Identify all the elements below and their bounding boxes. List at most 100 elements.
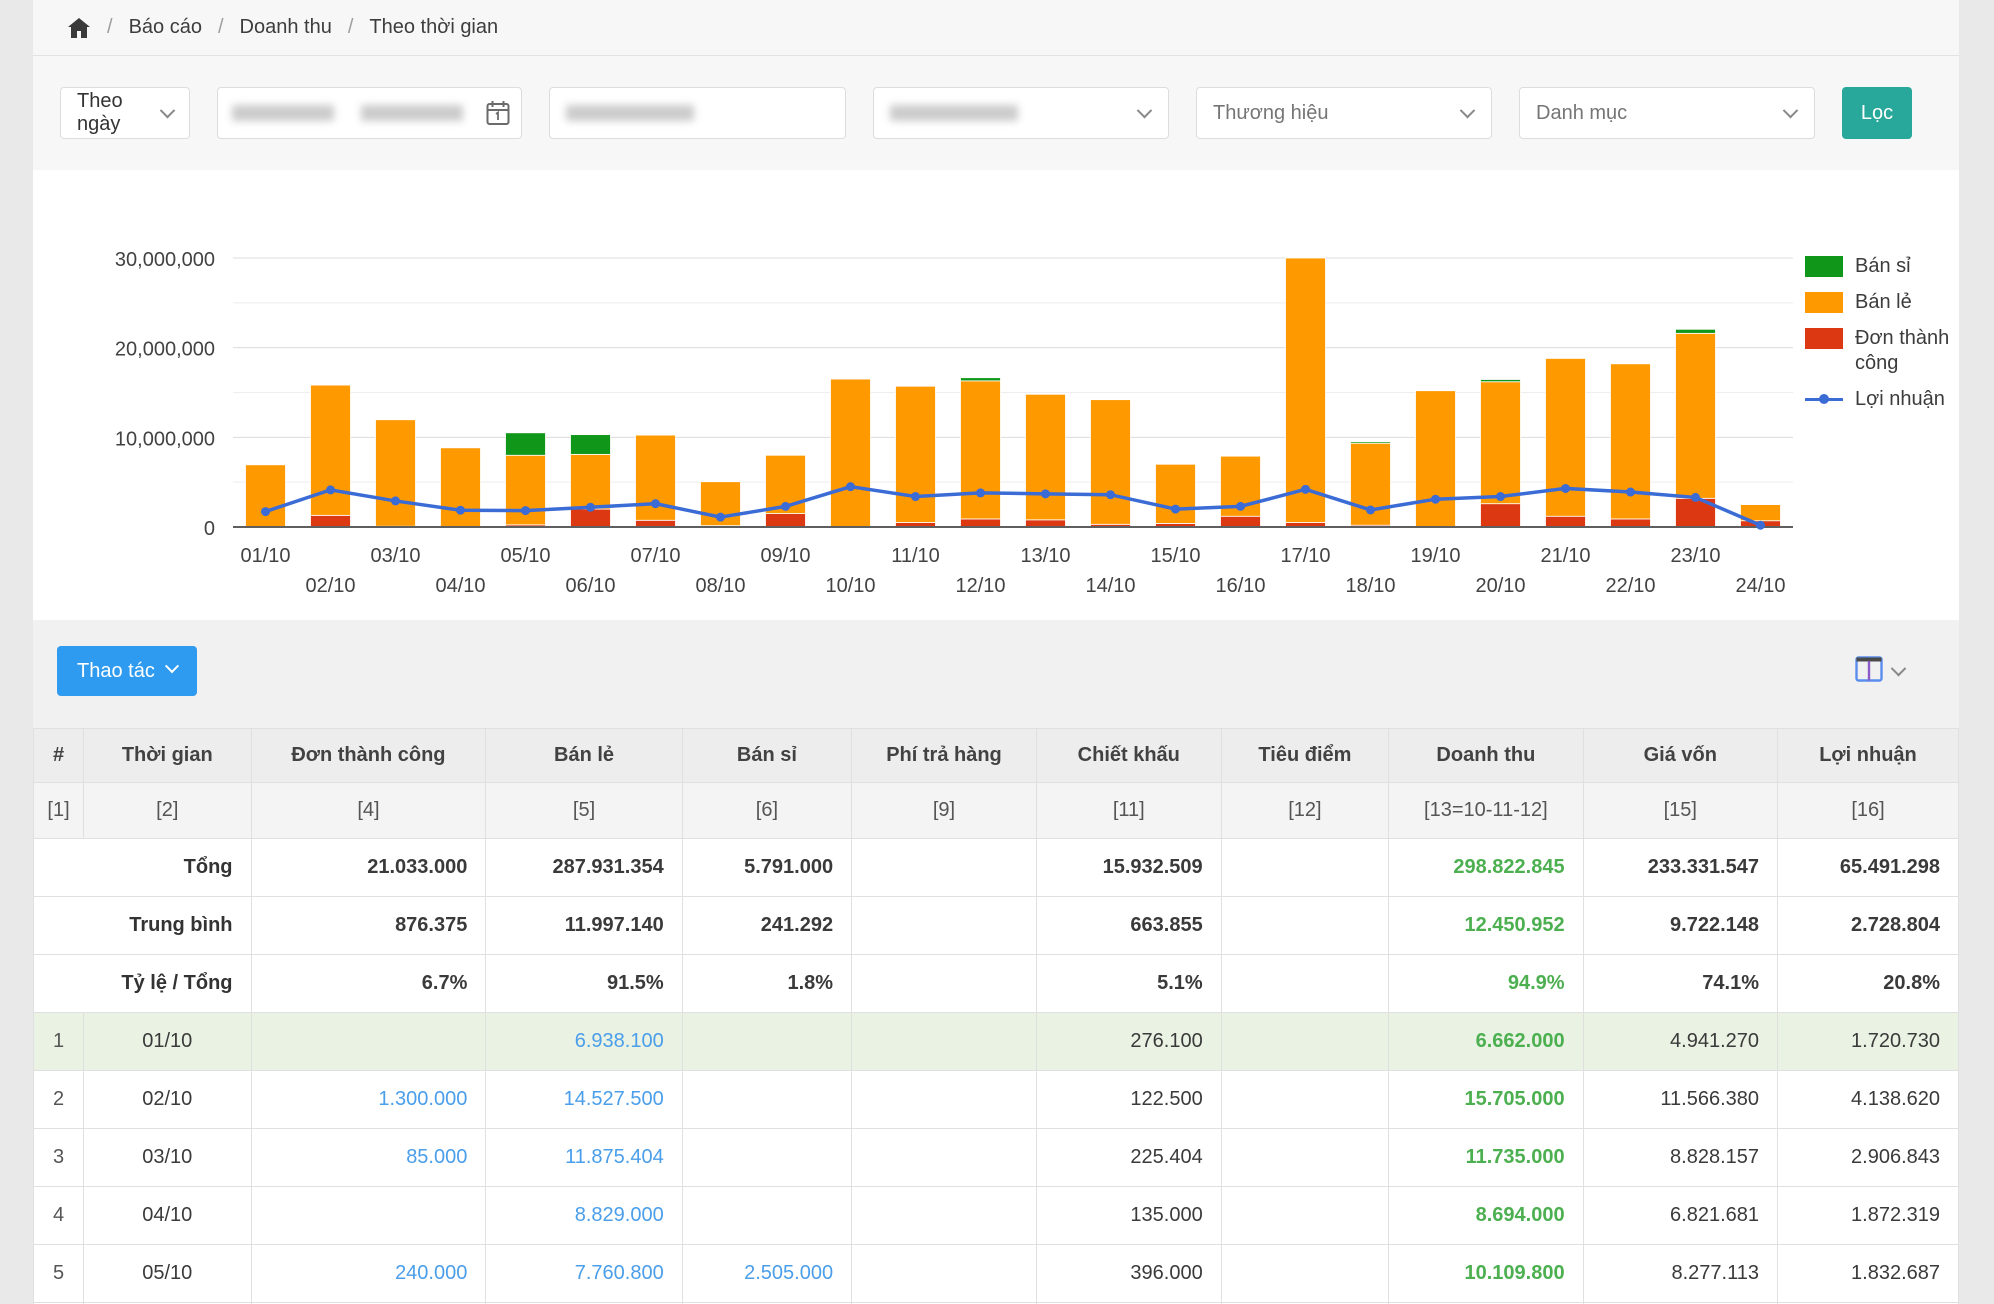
profit-point[interactable] — [846, 482, 855, 491]
table-cell[interactable]: 7.760.800 — [486, 1245, 682, 1303]
product-search-input[interactable] — [549, 87, 846, 139]
date-to-field[interactable] — [347, 105, 476, 121]
bar-segment[interactable] — [1676, 333, 1716, 498]
profit-point[interactable] — [1691, 493, 1700, 502]
calendar-icon[interactable] — [475, 88, 521, 138]
profit-point[interactable] — [1041, 489, 1050, 498]
profit-point[interactable] — [781, 502, 790, 511]
bar-segment[interactable] — [1026, 394, 1066, 520]
summary-row: Trung bình876.37511.997.140241.292663.85… — [34, 897, 1959, 955]
table-cell — [852, 1071, 1037, 1129]
profit-point[interactable] — [326, 485, 335, 494]
breadcrumb-item-reports[interactable]: Báo cáo — [129, 16, 202, 39]
profit-point[interactable] — [716, 513, 725, 522]
bar-segment[interactable] — [311, 515, 351, 527]
profit-point[interactable] — [1626, 488, 1635, 497]
legend-item[interactable]: Đơn thành công — [1805, 326, 1957, 376]
bulk-actions-label: Thao tác — [77, 660, 155, 683]
group-by-select[interactable]: Theo ngày — [60, 87, 190, 139]
bar-segment[interactable] — [896, 386, 936, 522]
category-select[interactable]: Danh mục — [1519, 87, 1815, 139]
bar-segment[interactable] — [1481, 379, 1521, 381]
profit-point[interactable] — [1106, 490, 1115, 499]
profit-point[interactable] — [1756, 521, 1765, 530]
table-cell[interactable]: 11.875.404 — [486, 1129, 682, 1187]
bar-segment[interactable] — [571, 435, 611, 455]
profit-point[interactable] — [1171, 505, 1180, 514]
category-select-label: Danh mục — [1536, 102, 1627, 125]
x-axis-tick: 06/10 — [565, 575, 615, 597]
bar-segment[interactable] — [1091, 400, 1131, 525]
profit-point[interactable] — [456, 506, 465, 515]
bar-segment[interactable] — [376, 420, 416, 526]
bar-segment[interactable] — [571, 454, 611, 509]
table-cell[interactable]: 14.527.500 — [486, 1071, 682, 1129]
table-cell: 122.500 — [1036, 1071, 1221, 1129]
bar-segment[interactable] — [506, 433, 546, 455]
x-axis-tick: 05/10 — [500, 545, 550, 567]
store-select[interactable] — [873, 87, 1169, 139]
profit-point[interactable] — [261, 507, 270, 516]
row-date: 02/10 — [84, 1071, 251, 1129]
table-cell — [251, 1013, 486, 1071]
bar-segment[interactable] — [961, 519, 1001, 527]
date-range-input[interactable] — [217, 87, 522, 139]
bar-segment[interactable] — [1286, 258, 1326, 523]
bar-segment[interactable] — [1026, 520, 1066, 527]
column-header: Bán lẻ — [486, 729, 682, 783]
profit-point[interactable] — [1431, 495, 1440, 504]
summary-cell: 298.822.845 — [1389, 839, 1583, 897]
breadcrumb-item-revenue[interactable]: Doanh thu — [240, 16, 332, 39]
profit-point[interactable] — [1496, 492, 1505, 501]
date-from-field[interactable] — [218, 105, 347, 121]
column-visibility-toggle[interactable] — [1855, 656, 1904, 687]
bar-segment[interactable] — [961, 378, 1001, 381]
bulk-actions-button[interactable]: Thao tác — [57, 646, 197, 696]
table-cell[interactable]: 240.000 — [251, 1245, 486, 1303]
bar-segment[interactable] — [1221, 516, 1261, 527]
bar-segment[interactable] — [1351, 442, 1391, 444]
brand-select[interactable]: Thương hiệu — [1196, 87, 1492, 139]
profit-point[interactable] — [651, 499, 660, 508]
filter-button[interactable]: Lọc — [1842, 87, 1912, 139]
bar-segment[interactable] — [246, 465, 286, 527]
table-cell: 8.277.113 — [1583, 1245, 1777, 1303]
bar-segment[interactable] — [1676, 329, 1716, 333]
table-cell: 2.906.843 — [1778, 1129, 1959, 1187]
profit-point[interactable] — [976, 488, 985, 497]
legend-item[interactable]: Bán lẻ — [1805, 290, 1957, 315]
table-cell[interactable]: 85.000 — [251, 1129, 486, 1187]
table-cell: 6.821.681 — [1583, 1187, 1777, 1245]
table-cell[interactable]: 6.938.100 — [486, 1013, 682, 1071]
table-cell[interactable]: 2.505.000 — [682, 1245, 851, 1303]
legend-item[interactable]: Bán sỉ — [1805, 254, 1957, 279]
bar-segment[interactable] — [441, 448, 481, 527]
profit-point[interactable] — [586, 503, 595, 512]
table-cell: 11.735.000 — [1389, 1129, 1583, 1187]
bar-segment[interactable] — [1611, 519, 1651, 527]
home-icon[interactable] — [67, 17, 91, 39]
bar-segment[interactable] — [1156, 464, 1196, 523]
bar-segment[interactable] — [831, 379, 871, 527]
table-cell — [682, 1187, 851, 1245]
chart-canvas: 010,000,00020,000,00030,000,00001/1002/1… — [33, 170, 1959, 620]
profit-point[interactable] — [1236, 502, 1245, 511]
table-cell[interactable]: 1.300.000 — [251, 1071, 486, 1129]
bar-segment[interactable] — [1416, 391, 1456, 527]
bar-segment[interactable] — [636, 520, 676, 527]
summary-label: Tỷ lệ / Tổng — [34, 955, 252, 1013]
legend-item[interactable]: Lợi nhuận — [1805, 387, 1957, 412]
profit-point[interactable] — [1366, 505, 1375, 514]
profit-point[interactable] — [521, 506, 530, 515]
profit-point[interactable] — [911, 492, 920, 501]
profit-point[interactable] — [1561, 484, 1570, 493]
bar-segment[interactable] — [1481, 504, 1521, 527]
column-header: # — [34, 729, 84, 783]
bar-segment[interactable] — [1481, 382, 1521, 504]
bar-segment[interactable] — [1546, 516, 1586, 527]
bar-segment[interactable] — [961, 381, 1001, 519]
profit-point[interactable] — [391, 496, 400, 505]
table-cell[interactable]: 8.829.000 — [486, 1187, 682, 1245]
bar-segment[interactable] — [766, 514, 806, 527]
profit-point[interactable] — [1301, 485, 1310, 494]
